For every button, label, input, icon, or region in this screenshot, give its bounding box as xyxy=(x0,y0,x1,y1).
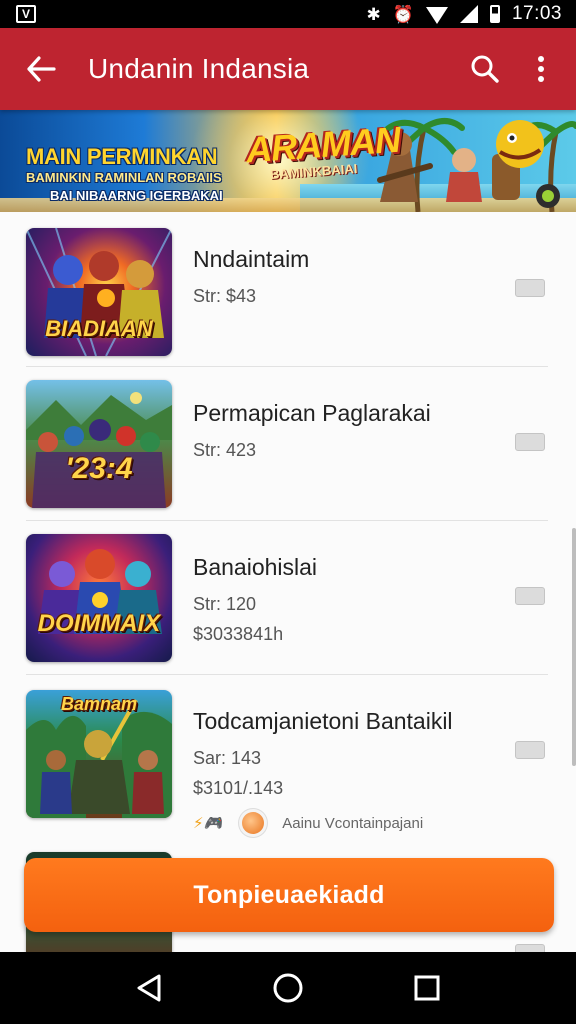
search-button[interactable] xyxy=(464,48,506,90)
more-vert-icon xyxy=(538,56,544,82)
nav-home-button[interactable] xyxy=(258,958,318,1018)
banner-subline: BAMINKIN RAMINLAN ROBAIIS xyxy=(26,170,222,185)
search-icon xyxy=(471,55,499,83)
nav-recents-button[interactable] xyxy=(397,958,457,1018)
game-thumbnail[interactable]: BIADIAAN xyxy=(26,228,172,356)
recents-square-icon xyxy=(414,975,440,1001)
item-title: Nndaintaim xyxy=(193,246,310,272)
item-stat: Str: 120 xyxy=(193,594,257,614)
item-price: $3033841h xyxy=(193,624,284,644)
publisher-logo-icon: ⚡🎮 xyxy=(193,815,223,832)
back-triangle-icon xyxy=(137,974,161,1002)
list-item[interactable]: '23:4 Permapican Paglarakai Str: 423 xyxy=(0,366,576,521)
game-thumbnail[interactable]: '23:4 xyxy=(26,380,172,508)
scrollbar[interactable] xyxy=(572,528,576,766)
system-nav-bar xyxy=(0,952,576,1024)
thumbnail-title: '23:4 xyxy=(65,452,133,485)
item-select-toggle[interactable] xyxy=(515,279,545,297)
publisher-name: Aainu Vcontainpajani xyxy=(282,814,424,832)
signal-icon xyxy=(459,5,478,23)
status-time: 17:03 xyxy=(511,3,562,24)
game-list: BIADIAAN Nndaintaim Str: $43 '23:4 Perma… xyxy=(0,212,576,952)
wifi-icon xyxy=(425,6,448,24)
item-price: $3101/.143 xyxy=(193,778,284,798)
item-title: Banaiohislai xyxy=(193,554,318,580)
back-button[interactable] xyxy=(20,48,62,90)
thumbnail-title: BIADIAAN xyxy=(45,316,153,341)
thumbnail-title: Bamnam xyxy=(60,694,138,714)
thumbnail-heroes-art xyxy=(38,549,162,634)
status-right: ✱ ⏰ 17:03 xyxy=(367,3,562,25)
battery-icon xyxy=(489,5,500,23)
item-stat: Sar: 143 xyxy=(193,748,262,768)
banner-tagline: BAI NIBAARNG IGERBAKAI xyxy=(50,188,223,203)
status-left: V xyxy=(16,5,36,23)
thumbnail-group-art xyxy=(26,392,172,508)
game-thumbnail[interactable]: Bamnam xyxy=(26,690,172,818)
page-title: Undanin Indansia xyxy=(88,53,310,84)
list-item[interactable]: DOIMMAIX Banaiohislai Str: 120 $3033841h xyxy=(0,520,576,675)
item-title: Permapican Paglarakai xyxy=(193,400,431,426)
list-item[interactable]: BIADIAAN Nndaintaim Str: $43 xyxy=(0,212,576,367)
game-thumbnail[interactable]: DOIMMAIX xyxy=(26,534,172,662)
promo-banner[interactable]: MAIN PERMINKAN BAMINKIN RAMINLAN ROBAIIS… xyxy=(0,110,576,212)
item-select-toggle[interactable] xyxy=(515,587,545,605)
item-title: Todcamjanietoni Bantaikil xyxy=(193,708,453,734)
banner-headline: MAIN PERMINKAN xyxy=(26,144,218,169)
item-source-row: ⚡🎮 Aainu Vcontainpajani xyxy=(193,810,553,836)
status-bar: V ✱ ⏰ 17:03 xyxy=(0,0,576,28)
list-item[interactable]: Bamnam Todcamjanietoni Bantaikil Sar: 14… xyxy=(0,674,576,828)
back-arrow-icon xyxy=(27,56,56,82)
item-stat: Str: $43 xyxy=(193,286,257,306)
home-circle-icon xyxy=(273,973,303,1003)
nfc-icon: ✱ xyxy=(366,4,381,24)
item-stat: Str: 423 xyxy=(193,440,257,460)
app-logo-icon: V xyxy=(16,5,36,23)
more-options-button[interactable] xyxy=(520,48,562,90)
phone-screen: V ✱ ⏰ 17:03 Undanin Indansia MAIN PERMIN… xyxy=(0,0,576,1024)
alarm-icon: ⏰ xyxy=(392,4,414,24)
app-bar: Undanin Indansia xyxy=(0,28,576,110)
primary-action-button[interactable]: Tonpieuaekiadd xyxy=(24,858,554,932)
item-select-toggle[interactable] xyxy=(515,741,545,759)
publisher-avatar xyxy=(242,812,265,834)
item-select-toggle[interactable] xyxy=(515,433,545,451)
nav-back-button[interactable] xyxy=(119,958,179,1018)
thumbnail-title: DOIMMAIX xyxy=(37,610,161,637)
item-select-toggle[interactable] xyxy=(515,944,545,952)
